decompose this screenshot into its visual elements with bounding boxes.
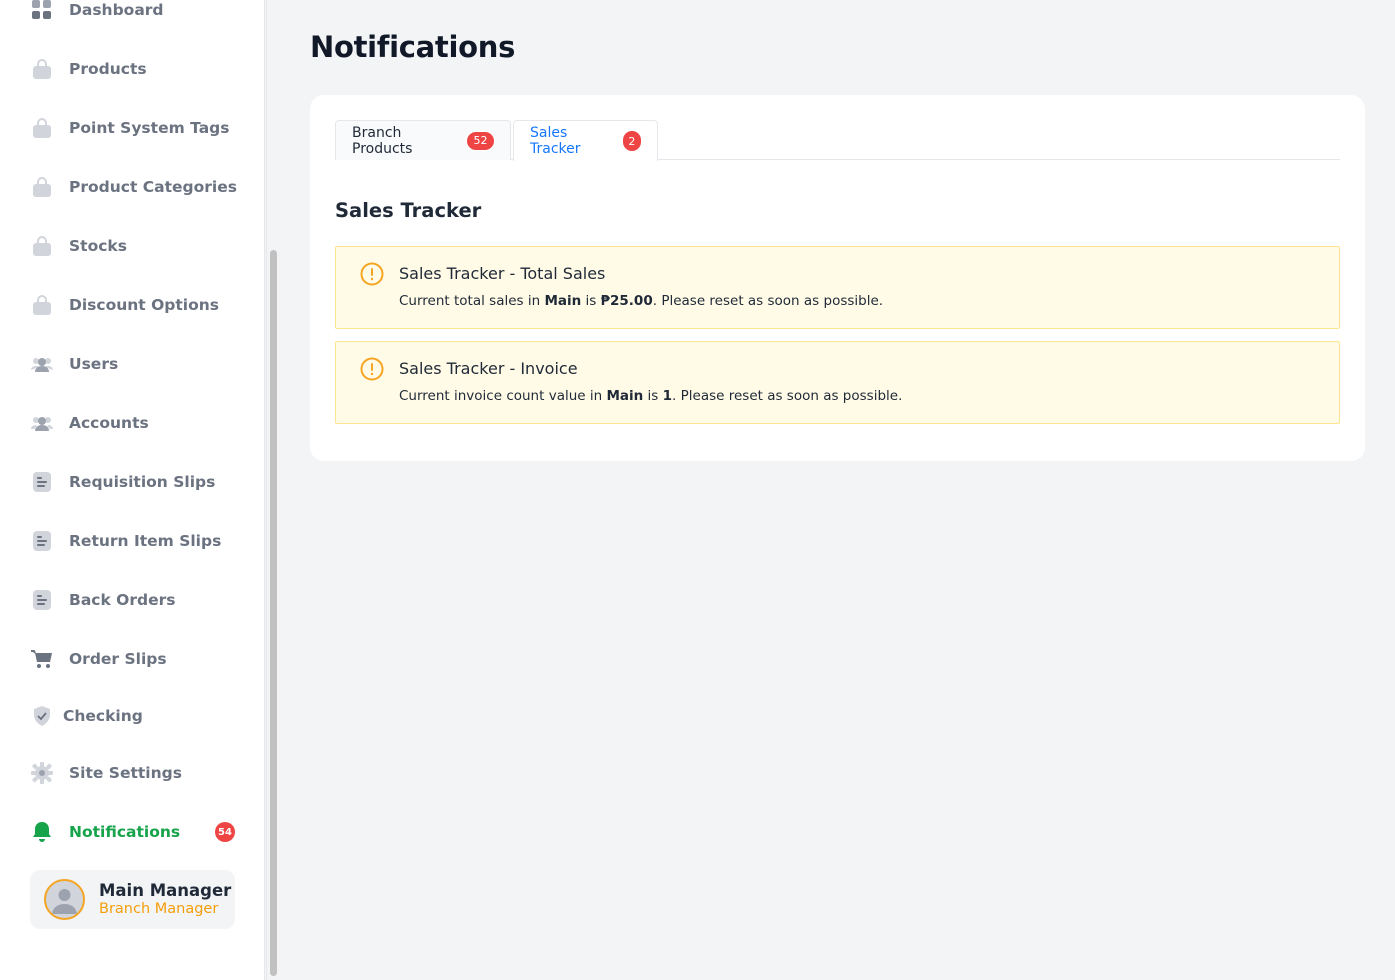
sidebar-item-product-categories[interactable]: Product Categories: [30, 172, 237, 202]
alert-title: Sales Tracker - Total Sales: [399, 264, 606, 283]
document-icon: [30, 529, 54, 553]
page-title: Notifications: [310, 30, 516, 64]
gear-icon: [30, 761, 54, 785]
sidebar-item-discount-options[interactable]: Discount Options: [30, 290, 219, 320]
bag-icon: [30, 57, 54, 81]
sidebar-item-label: Products: [69, 60, 147, 78]
bag-icon: [30, 293, 54, 317]
notifications-card: Branch Products 52 Sales Tracker 2 Sales…: [310, 95, 1365, 461]
section-title: Sales Tracker: [335, 199, 482, 222]
sidebar-item-order-slips[interactable]: Order Slips: [30, 644, 167, 674]
sidebar-item-point-system-tags[interactable]: Point System Tags: [30, 113, 229, 143]
sidebar-item-label: Point System Tags: [69, 119, 230, 137]
users-icon: [30, 352, 54, 376]
sidebar-item-dashboard[interactable]: Dashboard: [30, 0, 164, 25]
sidebar-item-label: Stocks: [69, 237, 127, 255]
bag-icon: [30, 234, 54, 258]
sidebar-item-label: Site Settings: [69, 764, 182, 782]
sidebar-item-label: Discount Options: [69, 296, 220, 314]
sidebar-item-notifications[interactable]: Notifications: [30, 817, 180, 847]
sidebar-scrollbar-thumb[interactable]: [270, 250, 277, 976]
tab-sales-tracker[interactable]: Sales Tracker 2: [513, 120, 658, 161]
document-icon: [30, 588, 54, 612]
sidebar-item-label: Requisition Slips: [69, 473, 216, 491]
warning-icon: [360, 357, 384, 381]
sidebar-item-label: Back Orders: [69, 591, 176, 609]
user-profile-card[interactable]: Main Manager Branch Manager: [30, 870, 235, 929]
dashboard-icon: [30, 0, 54, 22]
bell-icon: [30, 820, 54, 844]
sidebar-item-users[interactable]: Users: [30, 349, 118, 379]
alert-invoice: Sales Tracker - Invoice Current invoice …: [335, 341, 1340, 424]
cart-icon: [30, 647, 54, 671]
alert-total-sales: Sales Tracker - Total Sales Current tota…: [335, 246, 1340, 329]
sidebar-item-stocks[interactable]: Stocks: [30, 231, 127, 261]
sidebar-item-label: Checking: [63, 707, 143, 725]
sidebar-item-accounts[interactable]: Accounts: [30, 408, 149, 438]
user-icon: [52, 889, 77, 914]
sidebar-item-requisition-slips[interactable]: Requisition Slips: [30, 467, 215, 497]
sidebar-item-label: Dashboard: [69, 1, 164, 19]
sidebar: Dashboard Products Point System Tags Pro…: [0, 0, 265, 980]
tab-label: Branch Products: [352, 124, 413, 157]
warning-icon: [360, 262, 384, 286]
sidebar-item-label: Product Categories: [69, 178, 237, 196]
user-name: Main Manager: [99, 881, 232, 900]
alert-title: Sales Tracker - Invoice: [399, 359, 578, 378]
alert-description: Current invoice count value in Main is 1…: [399, 388, 903, 404]
bag-icon: [30, 175, 54, 199]
notifications-count-badge: 54: [215, 822, 235, 842]
shield-check-icon: [30, 704, 54, 728]
sidebar-item-checking[interactable]: Checking: [30, 701, 143, 731]
sidebar-item-back-orders[interactable]: Back Orders: [30, 585, 175, 615]
tabs-bar: Branch Products 52 Sales Tracker 2: [335, 120, 1340, 161]
sidebar-item-site-settings[interactable]: Site Settings: [30, 758, 182, 788]
avatar: [44, 879, 85, 920]
tab-count-badge: 2: [622, 131, 641, 151]
sidebar-item-return-item-slips[interactable]: Return Item Slips: [30, 526, 221, 556]
tab-count-badge: 52: [466, 131, 494, 150]
users-icon: [30, 411, 54, 435]
alert-description: Current total sales in Main is ₱25.00. P…: [399, 293, 884, 309]
bag-icon: [30, 116, 54, 140]
document-icon: [30, 470, 54, 494]
sidebar-item-label: Return Item Slips: [69, 532, 222, 550]
sidebar-item-label: Notifications: [69, 823, 181, 841]
sidebar-item-label: Accounts: [69, 414, 149, 432]
tab-label: Sales Tracker: [530, 125, 581, 157]
sidebar-item-label: Order Slips: [69, 650, 167, 668]
tab-branch-products[interactable]: Branch Products 52: [335, 120, 511, 160]
sidebar-item-label: Users: [69, 355, 119, 373]
sidebar-item-products[interactable]: Products: [30, 54, 147, 84]
user-role: Branch Manager: [99, 901, 219, 917]
